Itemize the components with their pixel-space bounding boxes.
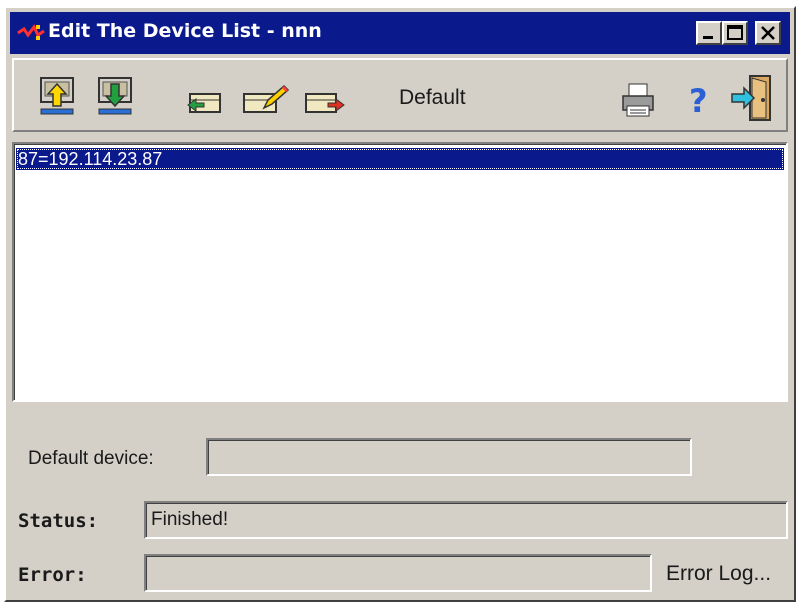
help-icon[interactable]: ?	[684, 80, 714, 120]
upload-icon[interactable]	[38, 76, 78, 120]
exit-icon[interactable]	[730, 72, 776, 124]
title-bar[interactable]: Edit The Device List - nnn	[10, 12, 790, 54]
download-icon[interactable]	[96, 76, 136, 120]
list-item[interactable]: 87=192.114.23.87	[16, 148, 784, 170]
error-label: Error:	[18, 564, 87, 586]
app-icon	[17, 24, 45, 40]
maximize-button[interactable]	[722, 21, 748, 45]
delete-device-icon[interactable]	[304, 90, 346, 116]
status-label: Status:	[18, 510, 99, 532]
svg-text:?: ?	[689, 82, 708, 120]
error-field	[144, 554, 652, 592]
default-device-label: Default device:	[28, 448, 154, 469]
device-list[interactable]: 87=192.114.23.87	[12, 142, 788, 402]
add-device-icon[interactable]	[186, 90, 224, 116]
toolbar: Default ?	[12, 58, 788, 132]
edit-device-icon[interactable]	[242, 82, 290, 116]
device-list-window: Edit The Device List - nnn Default ? 87=…	[4, 6, 796, 602]
current-list-label: Default	[399, 86, 466, 109]
minimize-button[interactable]	[696, 21, 722, 45]
error-log-button[interactable]: Error Log...	[666, 562, 771, 586]
maximize-icon	[727, 25, 743, 40]
close-button[interactable]	[755, 21, 781, 45]
window-title: Edit The Device List - nnn	[48, 20, 322, 42]
minimize-icon	[703, 36, 713, 39]
status-field: Finished!	[144, 501, 788, 539]
default-device-field[interactable]	[206, 438, 692, 476]
print-icon[interactable]	[619, 82, 657, 118]
close-icon	[761, 26, 775, 40]
